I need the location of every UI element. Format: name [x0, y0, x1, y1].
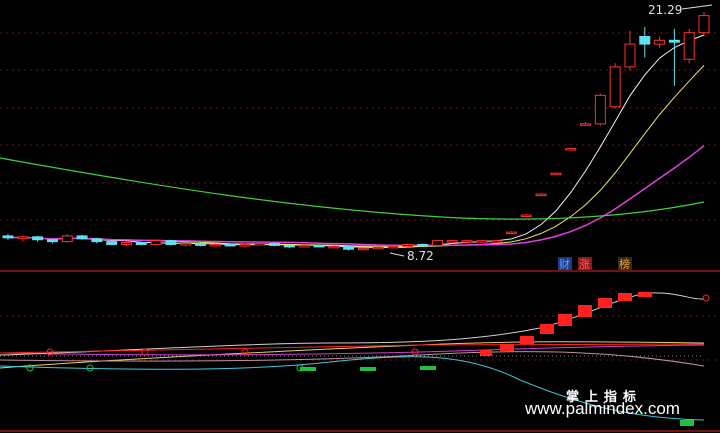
low-price-label: 8.72 — [407, 249, 434, 263]
osc-red-block — [578, 305, 592, 317]
tag-cai[interactable]: 财 — [559, 257, 570, 271]
candle-body — [343, 245, 355, 250]
candle-body — [624, 43, 636, 68]
osc-red-block — [618, 293, 632, 301]
candle-body — [254, 243, 266, 246]
osc-red-block — [598, 298, 612, 308]
candle-body — [372, 246, 384, 250]
high-arrow — [681, 4, 713, 10]
candle-body — [61, 235, 73, 243]
candle-body — [313, 244, 325, 248]
candle-body — [387, 245, 399, 249]
candle-body — [298, 244, 310, 248]
osc-buy-marker — [702, 294, 710, 302]
candle-body — [639, 35, 651, 45]
osc-green-block — [680, 420, 694, 426]
candle-body — [283, 244, 295, 248]
candle-body — [120, 242, 132, 245]
candle-body — [32, 236, 44, 241]
candle-body — [224, 243, 236, 247]
candle-body — [446, 240, 458, 243]
stock-chart: 21.29 8.72 财 涨 榜 — [0, 3, 720, 432]
candle-body — [431, 240, 443, 246]
osc-buy-marker — [241, 348, 249, 356]
tag-bang[interactable]: 榜 — [619, 257, 630, 271]
candle-body — [209, 243, 221, 247]
osc-red-line — [0, 343, 705, 354]
candle-body — [150, 240, 162, 245]
high-price-label: 21.29 — [648, 3, 682, 17]
candle-body — [417, 243, 429, 247]
watermark-url: www.palmindex.com — [525, 399, 680, 418]
candle-body — [135, 242, 147, 245]
candle-body — [106, 241, 118, 245]
candle-body — [668, 39, 680, 43]
candle-body — [195, 243, 207, 246]
candle-body — [17, 236, 29, 239]
candle-body — [239, 243, 251, 247]
ma20-line — [7, 145, 705, 247]
candlesticks[interactable] — [2, 11, 710, 251]
candle-body — [565, 148, 577, 151]
ma10-line — [7, 65, 705, 247]
candle-body — [476, 240, 488, 243]
osc-red-block — [558, 314, 572, 326]
candle-body — [698, 15, 710, 34]
moving-averages — [0, 4, 713, 257]
candle-body — [269, 243, 281, 246]
candle-body — [180, 243, 192, 246]
low-arrow — [389, 252, 405, 257]
osc-red-block — [520, 336, 534, 344]
candle-body — [683, 32, 695, 60]
tag-zhang[interactable]: 涨 — [579, 258, 590, 271]
candle-body — [520, 214, 532, 218]
candle-body — [357, 247, 369, 251]
candle-body — [505, 231, 517, 235]
candle-body — [461, 240, 473, 243]
candle-body — [91, 238, 103, 243]
candle-body — [76, 235, 88, 240]
candle-body — [580, 123, 592, 126]
candle-body — [165, 240, 177, 245]
candle-body — [594, 94, 606, 125]
osc-red-block — [500, 344, 514, 351]
candle-body — [46, 239, 58, 243]
candle-body — [654, 39, 666, 45]
osc-red-block — [480, 350, 492, 356]
candle-body — [328, 245, 340, 249]
candle-body — [535, 193, 547, 197]
candle-body — [402, 243, 414, 247]
candle-body — [491, 240, 503, 243]
candle-body — [2, 235, 14, 239]
osc-green-block — [360, 367, 376, 371]
osc-red-block — [638, 292, 652, 297]
osc-green-block — [420, 366, 436, 370]
candle-body — [550, 172, 562, 176]
candle-body — [609, 66, 621, 108]
osc-red-block — [540, 324, 554, 334]
ma60-line — [0, 157, 705, 220]
